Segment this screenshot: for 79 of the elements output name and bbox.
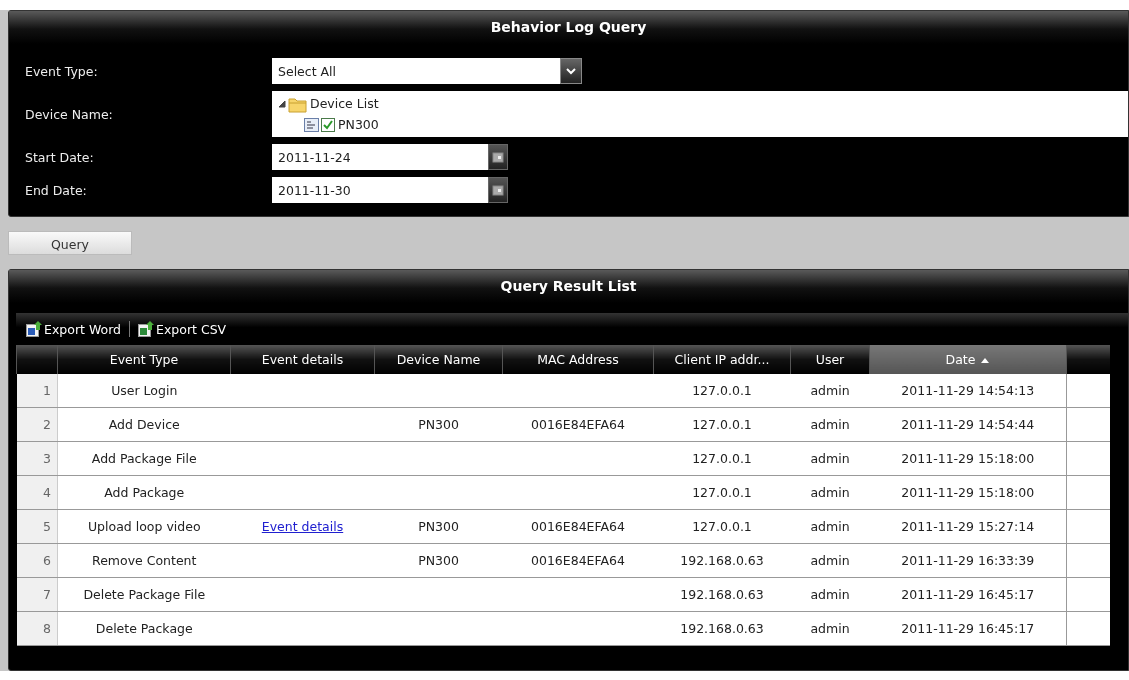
table-cell: 127.0.0.1 [653,441,791,476]
table-cell: Delete Package File [57,577,231,612]
table-cell: admin [790,577,870,612]
table-cell: Add Package File [57,441,231,476]
calendar-icon [492,184,504,196]
row-number: 7 [16,577,58,612]
table-cell: PN300 [374,509,503,544]
calendar-button[interactable] [488,177,508,203]
device-icon [304,117,319,132]
table-cell: admin [790,407,870,442]
table-cell: 0016E84EFA64 [502,509,654,544]
row-number: 4 [16,475,58,510]
checked-checkbox-icon[interactable] [321,117,335,132]
table-cell: admin [790,374,870,408]
field-label: Device Name: [24,106,114,122]
column-header[interactable]: Event Type [57,345,231,374]
table-cell: 2011-11-29 16:45:17 [869,611,1067,646]
table-cell: 192.168.0.63 [653,611,791,646]
table-cell: 127.0.0.1 [653,407,791,442]
table-cell: 2011-11-29 15:27:14 [869,509,1067,544]
tree-item[interactable]: PN300 [337,117,379,132]
table-cell: 127.0.0.1 [653,509,791,544]
export-button[interactable]: Export Word [26,321,122,337]
column-header[interactable]: Client IP addr... [653,345,791,374]
row-number: 6 [16,543,58,578]
row-number: 5 [16,509,58,544]
table-cell: User Login [57,374,231,408]
column-header[interactable]: MAC Address [502,345,654,374]
row-number: 1 [16,374,58,408]
table-cell: 192.168.0.63 [653,577,791,612]
table-cell: Delete Package [57,611,231,646]
column-header[interactable]: Device Name [374,345,503,374]
table-cell: PN300 [374,407,503,442]
column-header[interactable]: Date [869,345,1067,374]
header-cell [16,345,58,374]
field-label: End Date: [24,182,88,198]
table-cell: 2011-11-29 14:54:13 [869,374,1067,408]
date-field[interactable]: 2011-11-30 [272,177,488,203]
field-label: Start Date: [24,149,95,165]
tree-item[interactable]: Device List [309,96,379,111]
export-button[interactable]: Export CSV [138,321,227,337]
column-header[interactable]: User [790,345,870,374]
table-cell: Upload loop video [57,509,231,544]
table-cell: 127.0.0.1 [653,475,791,510]
date-field[interactable]: 2011-11-24 [272,144,488,170]
table-cell: 0016E84EFA64 [502,407,654,442]
table-cell: Add Package [57,475,231,510]
panel-title: Behavior Log Query [9,11,1128,44]
panel-title: Query Result List [9,270,1128,303]
table-cell: Add Device [57,407,231,442]
table-cell: admin [790,543,870,578]
column-header[interactable]: Event details [230,345,375,374]
sort-ascending-icon [980,357,991,364]
row-number: 8 [16,611,58,646]
query-button[interactable]: Query [8,231,132,255]
row-number: 3 [16,441,58,476]
calendar-button[interactable] [488,144,508,170]
calendar-icon [492,151,504,163]
table-cell: admin [790,441,870,476]
table-cell: admin [790,611,870,646]
event-type-dropdown[interactable]: Select All [272,58,582,84]
table-cell: admin [790,475,870,510]
table-cell: 127.0.0.1 [653,374,791,408]
table-cell: 2011-11-29 16:33:39 [869,543,1067,578]
export-document-icon [26,321,42,337]
table-cell: 2011-11-29 15:18:00 [869,441,1067,476]
export-document-icon [138,321,155,337]
table-cell: 192.168.0.63 [653,543,791,578]
table-cell: PN300 [374,543,503,578]
field-label: Event Type: [24,63,99,79]
table-cell: 0016E84EFA64 [502,543,654,578]
table-cell: 2011-11-29 16:45:17 [869,577,1067,612]
chevron-down-icon [565,66,577,76]
table-cell: admin [790,509,870,544]
table-cell: 2011-11-29 14:54:44 [869,407,1067,442]
table-cell: 2011-11-29 15:18:00 [869,475,1067,510]
header-cell [1066,345,1110,374]
table-cell: Remove Content [57,543,231,578]
row-number: 2 [16,407,58,442]
